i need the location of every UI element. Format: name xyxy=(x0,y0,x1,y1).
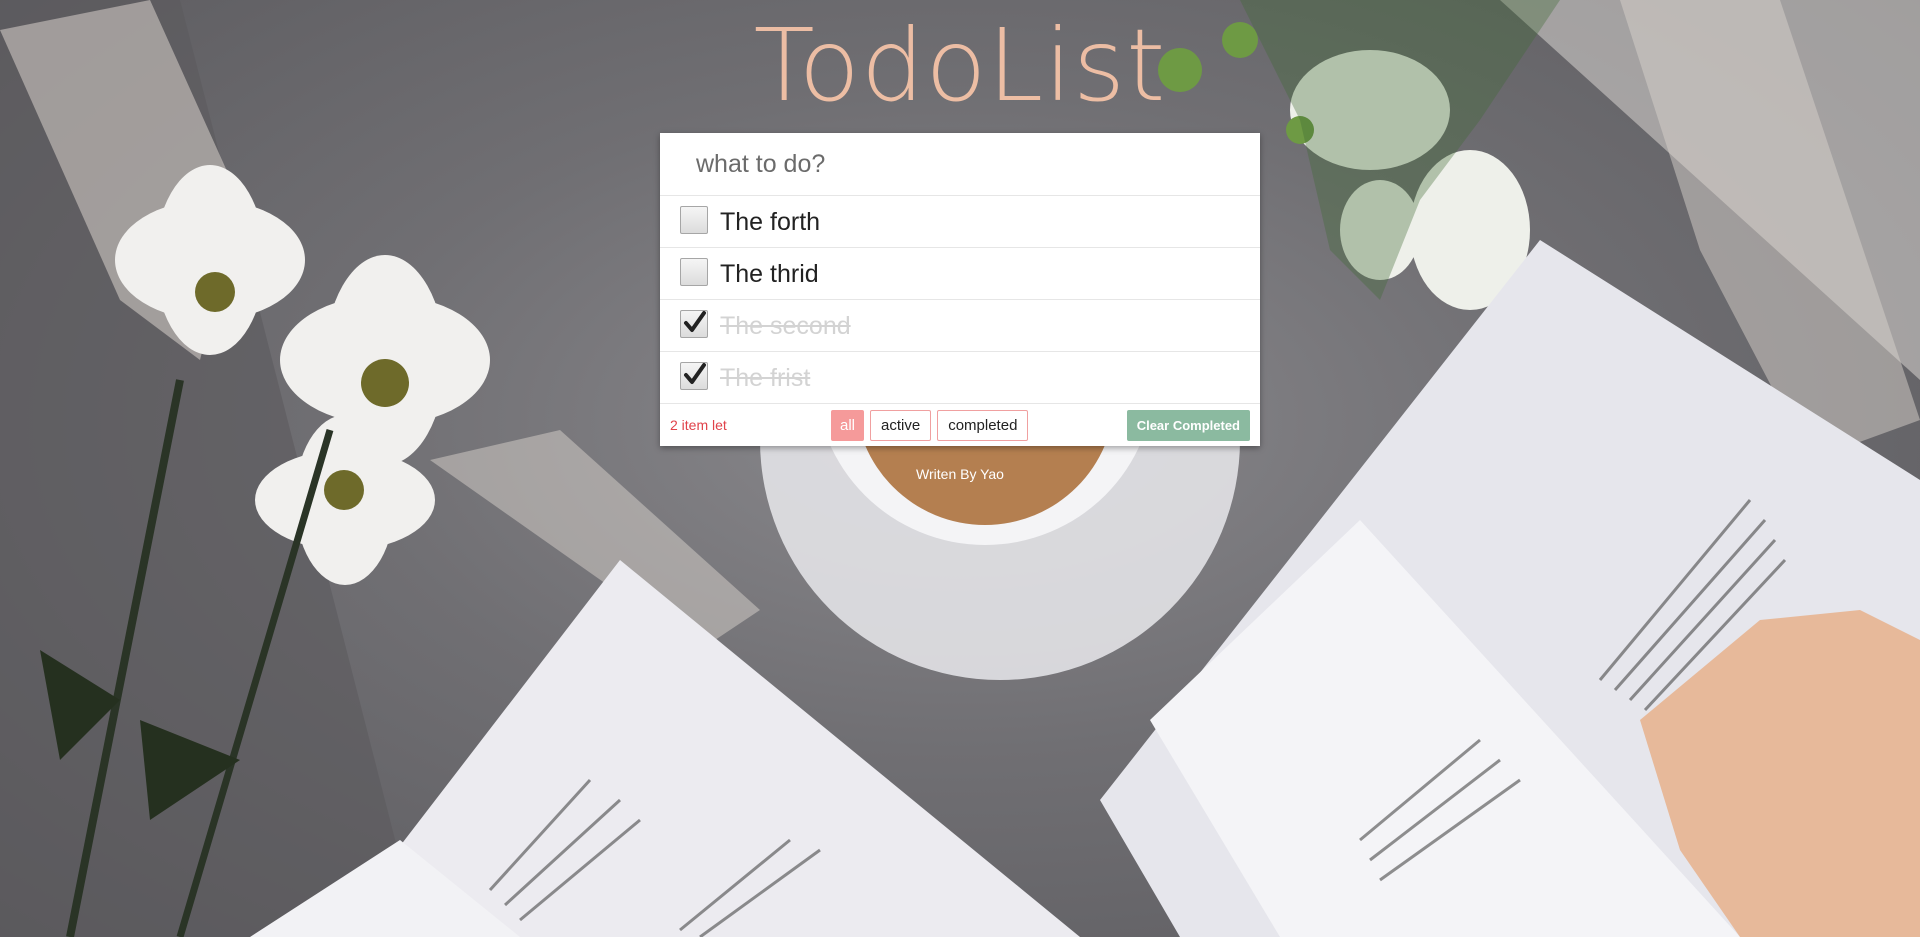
todo-checkbox[interactable] xyxy=(680,310,708,338)
new-todo-input[interactable] xyxy=(660,133,1260,196)
author-credit: Writen By Yao xyxy=(916,466,1004,482)
todo-label[interactable]: The second xyxy=(720,311,851,341)
filter-completed-button[interactable]: completed xyxy=(937,410,1029,441)
checkmark-icon xyxy=(684,311,706,332)
todo-checkbox[interactable] xyxy=(680,206,708,234)
todo-list: The forth The thrid The second The frist xyxy=(660,196,1260,404)
todo-footer: 2 item let all active completed Clear Co… xyxy=(660,404,1260,447)
todo-label[interactable]: The thrid xyxy=(720,259,819,289)
todo-label[interactable]: The frist xyxy=(720,363,810,393)
todo-card: The forth The thrid The second xyxy=(660,133,1260,446)
app-title: TodoList xyxy=(753,7,1167,124)
filter-active-button[interactable]: active xyxy=(870,410,932,441)
todo-checkbox[interactable] xyxy=(680,258,708,286)
todo-label[interactable]: The forth xyxy=(720,207,820,237)
todo-item: The thrid xyxy=(660,248,1260,300)
filter-all-button[interactable]: all xyxy=(831,410,865,441)
checkmark-icon xyxy=(684,363,706,384)
todo-item: The frist xyxy=(660,352,1260,404)
todo-checkbox[interactable] xyxy=(680,362,708,390)
filter-group: all active completed xyxy=(831,410,1029,441)
todo-item: The forth xyxy=(660,196,1260,248)
todo-item: The second xyxy=(660,300,1260,352)
clear-completed-button[interactable]: Clear Completed xyxy=(1126,410,1250,441)
items-left-count: 2 item let xyxy=(670,417,727,433)
